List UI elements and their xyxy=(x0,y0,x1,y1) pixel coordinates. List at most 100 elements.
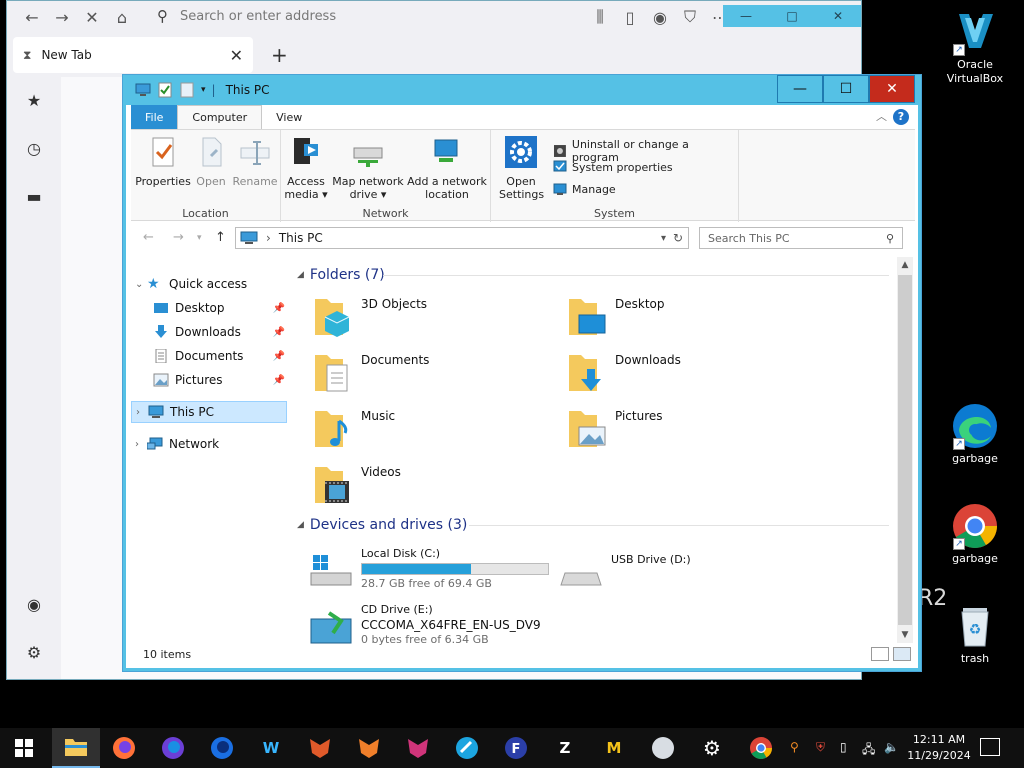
nav-this-pc[interactable]: › This PC xyxy=(131,401,287,423)
tab-view[interactable]: View xyxy=(262,105,316,129)
nav-desktop[interactable]: Desktop 📌 xyxy=(131,297,287,319)
rename-button[interactable]: Rename xyxy=(231,136,279,188)
maximize-button[interactable]: ☐ xyxy=(823,75,869,103)
folder-desktop[interactable]: Desktop xyxy=(545,293,785,343)
address-dropdown-icon[interactable]: ▾ xyxy=(661,233,666,244)
tray-network-icon[interactable]: 🖧 xyxy=(862,740,875,761)
file-explorer-window[interactable]: ▾ | This PC — ☐ ✕ File Computer View ︿ ?… xyxy=(122,74,922,672)
folder-music[interactable]: Music xyxy=(291,405,531,455)
tab-file[interactable]: File xyxy=(131,105,178,129)
browser-close-button[interactable]: ✕ xyxy=(815,5,861,27)
refresh-icon[interactable]: ↻ xyxy=(673,231,683,245)
taskbar-clock[interactable]: 12:11 AM 11/29/2024 xyxy=(904,732,974,764)
back-arrow-icon[interactable]: ← xyxy=(143,230,154,245)
collapse-triangle-icon[interactable]: ◢ xyxy=(297,270,304,280)
scrollbar-thumb[interactable] xyxy=(898,275,912,625)
taskbar-fox-app-2[interactable] xyxy=(355,734,383,762)
desktop-icon-edge-garbage[interactable]: ↗ garbage xyxy=(940,402,1010,466)
account-icon[interactable]: ◉ xyxy=(645,3,675,31)
devices-group-header[interactable]: ◢ Devices and drives (3) xyxy=(297,517,467,533)
pin-icon[interactable]: 📌 xyxy=(273,375,285,386)
recent-locations-icon[interactable]: ▾ xyxy=(197,233,202,243)
properties-button[interactable]: Properties xyxy=(135,136,191,188)
breadcrumb-this-pc[interactable]: This PC xyxy=(279,231,323,245)
pin-icon[interactable]: 📌 xyxy=(273,327,285,338)
sidebar-toggle-icon[interactable]: ▯ xyxy=(615,3,645,31)
close-button[interactable]: ✕ xyxy=(869,75,915,103)
taskbar-firefox-nightly[interactable] xyxy=(208,734,236,762)
nav-quick-access[interactable]: ⌄ ★ Quick access xyxy=(131,273,287,295)
desktop-icon-virtualbox[interactable]: ↗ Oracle VirtualBox xyxy=(940,8,1010,86)
system-properties-button[interactable]: System properties xyxy=(553,160,673,174)
tray-search-icon[interactable]: ⚲ xyxy=(790,740,799,754)
tab-computer[interactable]: Computer xyxy=(177,105,263,129)
taskbar-fox-app-3[interactable] xyxy=(404,734,432,762)
taskbar-app-sphere[interactable] xyxy=(649,734,677,762)
expand-chevron-icon[interactable]: › xyxy=(136,407,148,418)
taskbar-file-explorer[interactable] xyxy=(52,728,100,768)
expand-chevron-icon[interactable]: › xyxy=(135,439,147,450)
desktop-icon-chrome-garbage[interactable]: ↗ garbage xyxy=(940,502,1010,566)
manage-button[interactable]: Manage xyxy=(553,182,616,196)
collapse-triangle-icon[interactable]: ◢ xyxy=(297,520,304,530)
browser-tab[interactable]: ⧗ New Tab ✕ xyxy=(13,37,253,73)
minimize-button[interactable]: — xyxy=(777,75,823,103)
properties-check-icon[interactable] xyxy=(157,82,173,98)
drive-d[interactable]: USB Drive (D:) xyxy=(541,547,801,597)
search-box[interactable]: Search This PC ⚲ xyxy=(699,227,903,249)
open-button[interactable]: Open xyxy=(191,136,231,188)
folder-documents[interactable]: Documents xyxy=(291,349,531,399)
shield-icon[interactable]: ⛉ xyxy=(675,3,705,31)
profile-icon[interactable]: ◉ xyxy=(23,593,45,615)
desktop-icon-recycle-bin[interactable]: ♻ trash xyxy=(940,602,1010,666)
history-clock-icon[interactable]: ◷ xyxy=(23,137,45,159)
map-network-drive-button[interactable]: Map network drive ▾ xyxy=(331,136,405,201)
details-view-icon[interactable] xyxy=(871,647,889,661)
nav-documents[interactable]: Documents 📌 xyxy=(131,345,287,367)
back-icon[interactable]: ← xyxy=(17,3,47,31)
large-icons-view-icon[interactable] xyxy=(893,647,911,661)
nav-pictures[interactable]: Pictures 📌 xyxy=(131,369,287,391)
folder-videos[interactable]: Videos xyxy=(291,461,531,511)
content-scrollbar[interactable]: ▲ ▼ xyxy=(897,257,913,643)
tray-battery-icon[interactable]: ▯ xyxy=(840,740,847,754)
new-tab-button[interactable]: + xyxy=(271,43,288,67)
browser-maximize-button[interactable]: □ xyxy=(769,5,815,27)
help-icon[interactable]: ? xyxy=(893,109,909,125)
library-icon[interactable]: ⫼ xyxy=(585,3,615,31)
pin-icon[interactable]: 📌 xyxy=(273,351,285,362)
browser-address-bar[interactable]: ⚲ Search or enter address xyxy=(157,3,537,29)
home-icon[interactable]: ⌂ xyxy=(107,3,137,31)
settings-gear-icon[interactable]: ⚙ xyxy=(23,641,45,663)
forward-arrow-icon[interactable]: → xyxy=(173,230,184,245)
bookmarks-star-icon[interactable]: ★ xyxy=(23,89,45,111)
explorer-titlebar[interactable]: ▾ | This PC — ☐ ✕ xyxy=(123,75,921,105)
notifications-icon[interactable] xyxy=(980,738,1000,756)
folders-group-header[interactable]: ◢ Folders (7) xyxy=(297,267,385,283)
add-network-location-button[interactable]: Add a network location xyxy=(407,136,487,201)
tray-volume-icon[interactable]: 🔈 xyxy=(884,740,899,754)
folder-3d-objects[interactable]: 3D Objects xyxy=(291,293,531,343)
synced-tabs-icon[interactable]: ▬ xyxy=(23,185,45,207)
taskbar-waterfox[interactable] xyxy=(453,734,481,762)
scroll-up-icon[interactable]: ▲ xyxy=(897,257,913,273)
browser-minimize-button[interactable]: — xyxy=(723,5,769,27)
ribbon-collapse-icon[interactable]: ︿ xyxy=(876,108,887,124)
access-media-button[interactable]: Access media ▾ xyxy=(283,136,329,201)
nav-downloads[interactable]: Downloads 📌 xyxy=(131,321,287,343)
forward-icon[interactable]: → xyxy=(47,3,77,31)
tab-close-icon[interactable]: ✕ xyxy=(230,46,243,65)
folder-pictures[interactable]: Pictures xyxy=(545,405,785,455)
taskbar-app-w[interactable]: W xyxy=(257,734,285,762)
folder-downloads[interactable]: Downloads xyxy=(545,349,785,399)
taskbar-firefox[interactable] xyxy=(110,734,138,762)
quick-access-dropdown-icon[interactable]: ▾ xyxy=(201,85,206,95)
taskbar-fox-app-1[interactable] xyxy=(306,734,334,762)
taskbar-chrome[interactable] xyxy=(747,734,775,762)
taskbar-app-z[interactable]: Z xyxy=(551,734,579,762)
taskbar-firefox-dev[interactable] xyxy=(159,734,187,762)
tray-shield-icon[interactable]: ⛨ xyxy=(816,740,825,755)
scroll-down-icon[interactable]: ▼ xyxy=(897,627,913,643)
start-button[interactable] xyxy=(10,734,38,762)
drive-c[interactable]: Local Disk (C:) 28.7 GB free of 69.4 GB xyxy=(291,547,551,597)
